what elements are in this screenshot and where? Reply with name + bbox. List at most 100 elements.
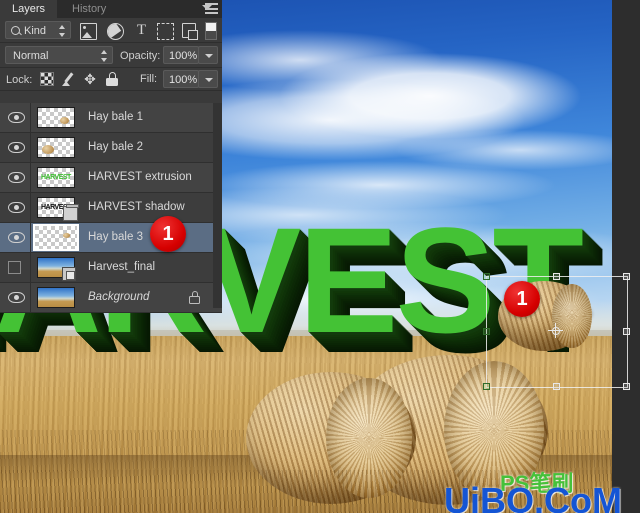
eye-pupil	[14, 235, 19, 240]
transform-handle-bottom-right[interactable]	[623, 383, 630, 390]
opacity-label: Opacity:	[120, 50, 161, 62]
panel-menu-line	[205, 12, 218, 14]
layers-panel: Layers History Kind T Normal Opacity: 10…	[0, 0, 222, 313]
photoshop-window: HARVEST	[0, 0, 640, 513]
fill-label: Fill:	[140, 73, 158, 85]
column-divider	[30, 223, 31, 252]
table-row[interactable]: HARVEST HARVEST shadow	[0, 193, 222, 223]
filter-shape-layers-icon[interactable]	[157, 23, 174, 40]
pixel-icon-dot	[83, 26, 86, 29]
layer-thumbnail[interactable]	[33, 224, 79, 251]
tab-layers[interactable]: Layers	[0, 0, 58, 18]
layer-visibility-toggle[interactable]	[8, 202, 25, 213]
thumbnail-content: HARVEST	[41, 174, 71, 181]
layer-name[interactable]: HARVEST extrusion	[88, 171, 192, 183]
layer-name[interactable]: Hay bale 3	[88, 231, 143, 243]
panel-menu-icon[interactable]	[202, 3, 218, 15]
table-row[interactable]: Hay bale 3	[0, 223, 222, 253]
chevron-down-icon	[205, 54, 213, 58]
eye-pupil	[14, 205, 19, 210]
lock-body	[106, 77, 118, 86]
chevron-down-icon	[59, 33, 65, 37]
layer-name[interactable]: Harvest_final	[88, 261, 155, 273]
search-icon	[11, 26, 20, 35]
column-divider	[30, 103, 31, 132]
layer-visibility-toggle[interactable]	[8, 172, 25, 183]
layer-name[interactable]: HARVEST shadow	[88, 201, 185, 213]
annotation-badge-layer: 1	[150, 216, 186, 252]
eye-pupil	[14, 295, 19, 300]
layer-thumbnail[interactable]: HARVEST	[37, 167, 75, 188]
filter-kind-label: Kind	[24, 25, 47, 37]
fill-value: 100%	[169, 74, 198, 86]
layer-name[interactable]: Background	[88, 291, 149, 303]
reference-point-dot	[551, 326, 560, 335]
transform-handle-bottom-center[interactable]	[553, 383, 560, 390]
table-row[interactable]: Harvest_final	[0, 253, 222, 283]
chevron-up-icon	[101, 50, 107, 54]
eye-pupil	[14, 175, 19, 180]
eye-pupil	[14, 145, 19, 150]
layer-visibility-toggle[interactable]	[8, 112, 25, 123]
lock-all-icon[interactable]	[105, 72, 119, 86]
layer-name[interactable]: Hay bale 2	[88, 141, 143, 153]
layer-visibility-toggle[interactable]	[8, 261, 21, 274]
table-row[interactable]: Hay bale 2	[0, 133, 222, 163]
chevron-updown-icon	[101, 50, 108, 62]
thumbnail-content	[60, 117, 69, 124]
chevron-updown-icon	[59, 25, 66, 37]
lock-transparent-pixels-icon[interactable]	[40, 72, 54, 86]
column-divider	[30, 163, 31, 192]
filter-pixel-layers-icon[interactable]	[80, 23, 97, 40]
eye-pupil	[14, 115, 19, 120]
tab-history[interactable]: History	[60, 0, 118, 18]
thumbnail-content	[63, 233, 70, 238]
filter-smart-object-icon[interactable]	[182, 23, 198, 40]
transform-handle-top-right[interactable]	[623, 273, 630, 280]
layer-visibility-toggle[interactable]	[8, 142, 25, 153]
chevron-down-icon	[205, 78, 213, 82]
layer-name[interactable]: Hay bale 1	[88, 111, 143, 123]
lock-icon	[189, 291, 200, 304]
fill-input[interactable]: 100%	[163, 70, 199, 88]
layer-thumbnail[interactable]	[37, 137, 75, 158]
blend-mode-select[interactable]: Normal	[5, 46, 113, 64]
layer-thumbnail[interactable]	[37, 287, 75, 308]
column-divider	[30, 133, 31, 162]
filter-kind-select[interactable]: Kind	[5, 21, 71, 39]
lock-body	[189, 296, 200, 304]
panel-menu-line	[205, 8, 218, 10]
transform-handle-middle-left[interactable]	[483, 328, 490, 335]
transform-handle-top-center[interactable]	[553, 273, 560, 280]
opacity-stepper[interactable]	[198, 46, 218, 64]
annotation-badge-canvas: 1	[504, 281, 540, 317]
layer-visibility-toggle[interactable]	[8, 232, 25, 243]
table-row[interactable]: Background	[0, 283, 222, 313]
layer-thumbnail[interactable]	[37, 107, 75, 128]
opacity-input[interactable]: 100%	[163, 46, 199, 64]
transform-handle-bottom-left[interactable]	[483, 383, 490, 390]
filter-type-layers-icon[interactable]: T	[134, 23, 149, 38]
filter-adjustment-layers-icon[interactable]	[107, 23, 124, 40]
column-divider	[30, 193, 31, 222]
table-row[interactable]: Hay bale 1	[0, 103, 222, 133]
thumbnail-content	[42, 145, 54, 154]
3d-layer-badge-icon	[63, 204, 79, 221]
layer-list-scrollbar[interactable]	[213, 103, 222, 308]
cube-top	[66, 204, 79, 208]
transform-handle-top-left[interactable]	[483, 273, 490, 280]
table-row[interactable]: HARVEST HARVEST extrusion	[0, 163, 222, 193]
chevron-up-icon	[59, 25, 65, 29]
filter-toggle-icon[interactable]	[205, 22, 217, 40]
transform-reference-point[interactable]	[548, 323, 563, 338]
panel-menu-line	[205, 3, 218, 5]
fill-stepper[interactable]	[198, 70, 218, 88]
layer-visibility-toggle[interactable]	[8, 292, 25, 303]
column-divider	[30, 283, 31, 312]
transform-handle-middle-right[interactable]	[623, 328, 630, 335]
panel-tab-bar: Layers History	[0, 0, 222, 18]
column-divider	[30, 253, 31, 282]
lock-image-pixels-icon[interactable]	[61, 72, 75, 86]
smart-object-badge-icon	[62, 267, 76, 281]
lock-position-icon[interactable]: ✥	[83, 72, 97, 86]
